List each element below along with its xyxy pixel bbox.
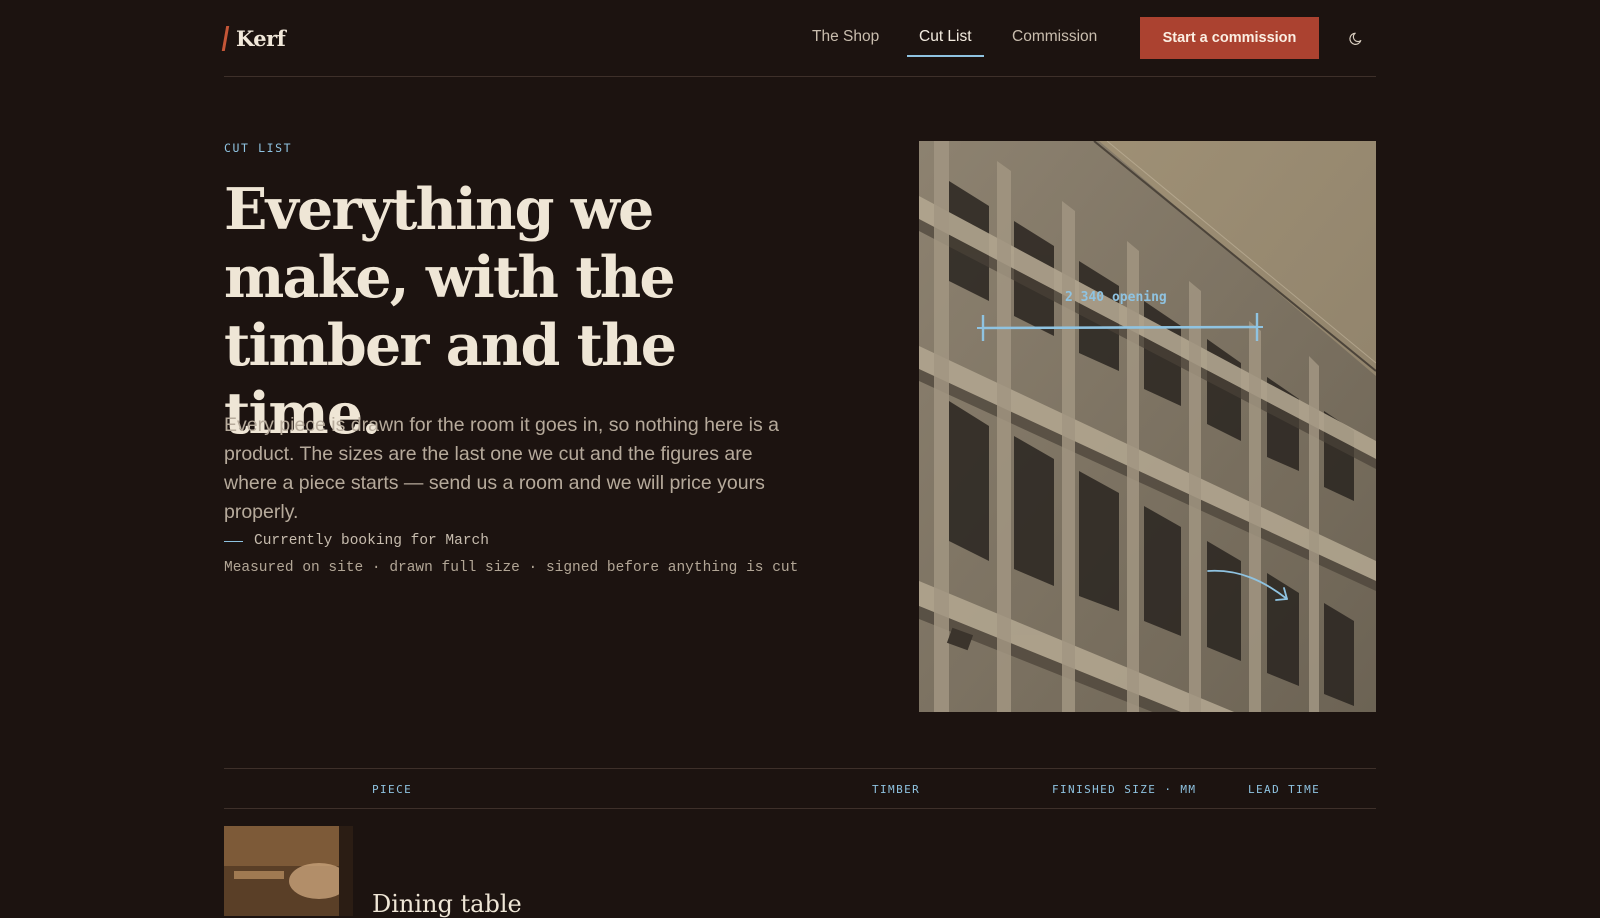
nav-item-commission[interactable]: Commission — [1012, 28, 1097, 46]
site-header: Kerf The Shop Cut List Commission Start … — [221, 0, 1376, 77]
theme-toggle-button[interactable] — [1346, 27, 1368, 49]
headline-line: Everything we — [224, 176, 654, 243]
cut-list-table-header: PIECE TIMBER FINISHED SIZE · MM LEAD TIM… — [224, 768, 1376, 809]
nav-item-cut-list[interactable]: Cut List — [919, 28, 972, 46]
section-eyebrow: CUT LIST — [224, 141, 293, 155]
dimension-label: 2 340 opening — [1065, 290, 1167, 305]
building-facade-image: 2 340 opening — [919, 141, 1376, 712]
intro-paragraph: Every piece is drawn for the room it goe… — [224, 414, 779, 523]
column-header-finished-size: FINISHED SIZE · MM — [1052, 783, 1197, 796]
start-commission-button[interactable]: Start a commission — [1140, 17, 1319, 59]
headline-line: make, with the — [224, 244, 676, 311]
column-header-piece: PIECE — [372, 783, 413, 796]
column-header-lead-time: LEAD TIME — [1248, 783, 1321, 796]
booking-text: Currently booking for March — [254, 533, 489, 549]
dash-rule — [224, 540, 243, 542]
column-header-timber: TIMBER — [872, 783, 921, 796]
moon-icon — [1349, 32, 1362, 45]
nav-item-the-shop[interactable]: The Shop — [812, 28, 879, 46]
brand-name: Kerf — [236, 25, 286, 51]
workshop-photo — [224, 826, 353, 916]
process-line: Measured on site · drawn full size · sig… — [224, 560, 799, 576]
hero-photo: 2 340 opening — [919, 141, 1376, 712]
row-piece-title[interactable]: Dining table — [372, 890, 522, 918]
row-thumbnail[interactable] — [224, 826, 353, 916]
brand-logo[interactable]: Kerf — [221, 25, 286, 51]
logo-mark — [221, 25, 230, 51]
booking-status: Currently booking for March — [224, 533, 489, 549]
page-title: Everything we make, with the timber and … — [224, 176, 844, 448]
active-nav-indicator — [907, 55, 984, 57]
page: Kerf The Shop Cut List Commission Start … — [221, 0, 1376, 918]
